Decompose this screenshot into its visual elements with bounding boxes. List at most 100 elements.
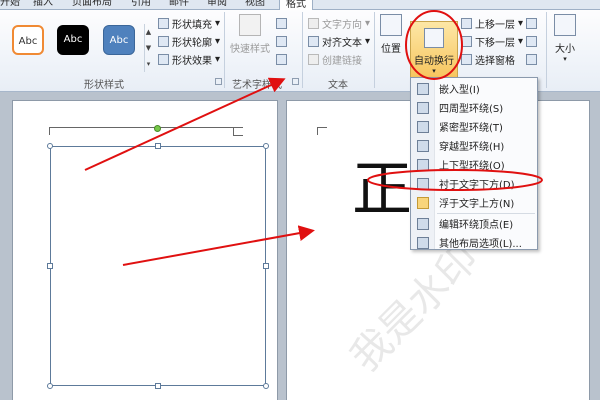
wrap-tight-icon — [417, 120, 429, 133]
text-direction-icon — [308, 17, 319, 29]
selection-pane-label: 选择窗格 — [475, 55, 515, 67]
edit-wrap-points-icon — [417, 217, 429, 230]
wrap-text-label: 自动换行 — [414, 56, 454, 67]
align-text-button[interactable]: 对齐文本 ▾ — [308, 34, 371, 49]
style-gallery-scroll[interactable]: ▲ ▼ ▾ — [144, 24, 152, 72]
resize-handle[interactable] — [47, 383, 53, 389]
text-effect-button[interactable] — [276, 52, 287, 66]
menu-item-edit-wrap-points[interactable]: 编辑环绕顶点(E) — [411, 214, 537, 233]
wrap-text-button[interactable]: 自动换行 ▾ — [410, 21, 458, 81]
selected-text-box[interactable] — [47, 143, 269, 389]
resize-handle[interactable] — [263, 263, 269, 269]
align-text-label: 对齐文本 — [322, 37, 362, 49]
wordart-group-label: 艺术字样式 — [232, 80, 282, 91]
wrap-top-bottom-icon — [417, 158, 429, 171]
menu-item-label: 编辑环绕顶点(E) — [439, 220, 514, 231]
create-link-label: 创建链接 — [322, 55, 362, 67]
rotate-button[interactable] — [526, 52, 537, 66]
shape-effect-icon — [158, 53, 169, 65]
resize-handle[interactable] — [263, 143, 269, 149]
create-link-button[interactable]: 创建链接 — [308, 52, 362, 67]
resize-handle[interactable] — [47, 143, 53, 149]
shape-effect-button[interactable]: 形状效果 ▾ — [158, 52, 220, 67]
align-button[interactable] — [526, 16, 537, 30]
text-fill-button[interactable] — [276, 16, 287, 30]
group-divider — [374, 12, 375, 88]
resize-handle[interactable] — [263, 383, 269, 389]
position-button[interactable]: 位置 — [380, 14, 402, 55]
menu-item-in-front-of-text[interactable]: 浮于文字上方(N) — [411, 193, 537, 212]
quick-styles-label: 快速样式 — [230, 44, 270, 55]
send-backward-button[interactable]: 下移一层 ▾ — [461, 34, 524, 49]
size-label: 大小 — [555, 44, 575, 55]
resize-handle[interactable] — [155, 383, 161, 389]
menu-item-label: 四周型环绕(S) — [439, 104, 504, 115]
resize-handle[interactable] — [47, 263, 53, 269]
menu-item-through[interactable]: 穿越型环绕(H) — [411, 136, 537, 155]
tab-format[interactable]: 格式 — [279, 0, 313, 10]
text-direction-button[interactable]: 文字方向 ▾ — [308, 16, 371, 31]
dialog-launcher-icon[interactable] — [215, 78, 222, 85]
quick-styles-button[interactable]: 快速样式 — [230, 14, 270, 55]
selection-pane-button[interactable]: 选择窗格 — [461, 52, 515, 67]
wrap-square-icon — [417, 101, 429, 114]
tab-home[interactable]: 开始 — [0, 0, 20, 10]
shape-fill-button[interactable]: 形状填充 ▾ — [158, 16, 221, 31]
align-text-icon — [308, 35, 319, 47]
tab-mailings[interactable]: 邮件 — [169, 0, 189, 10]
menu-item-label: 衬于文字下方(D) — [439, 180, 515, 191]
chevron-down-icon: ▾ — [432, 67, 436, 75]
text-outline-button[interactable] — [276, 34, 287, 48]
tab-view[interactable]: 视图 — [245, 0, 265, 10]
text-group-label: 文本 — [328, 80, 348, 91]
bring-forward-button[interactable]: 上移一层 ▾ — [461, 16, 524, 31]
menu-item-square[interactable]: 四周型环绕(S) — [411, 98, 537, 117]
gallery-more-icon[interactable]: ▾ — [145, 56, 152, 72]
page-margin-mark — [233, 135, 243, 136]
scroll-down-icon[interactable]: ▼ — [145, 40, 152, 56]
scroll-up-icon[interactable]: ▲ — [145, 24, 152, 40]
chevron-down-icon: ▾ — [365, 17, 371, 29]
position-icon — [380, 14, 402, 36]
chevron-down-icon: ▾ — [518, 17, 524, 29]
tab-references[interactable]: 引用 — [131, 0, 151, 10]
tab-insert[interactable]: 插入 — [33, 0, 53, 10]
tab-page-layout[interactable]: 页面布局 — [72, 0, 112, 10]
group-button[interactable] — [526, 34, 537, 48]
shape-style-swatch-black[interactable]: Abc — [57, 25, 89, 55]
size-button[interactable]: 大小 ▾ — [554, 14, 576, 63]
bring-forward-icon — [461, 17, 472, 29]
document-character: 正 — [352, 155, 412, 225]
menu-item-top-bottom[interactable]: 上下型环绕(O) — [411, 155, 537, 174]
menu-item-behind-text[interactable]: 衬于文字下方(D) — [411, 174, 537, 193]
shape-style-swatch-blue[interactable]: Abc — [103, 25, 135, 55]
wrap-behind-text-icon — [417, 177, 429, 190]
menu-item-tight[interactable]: 紧密型环绕(T) — [411, 117, 537, 136]
shape-outline-button[interactable]: 形状轮廓 ▾ — [158, 34, 220, 49]
link-icon — [308, 53, 319, 65]
page-margin-mark — [49, 127, 63, 135]
tab-review[interactable]: 审阅 — [207, 0, 227, 10]
wrap-text-menu: 嵌入型(I) 四周型环绕(S) 紧密型环绕(T) 穿越型环绕(H) 上下型环绕(… — [410, 77, 538, 250]
paint-bucket-icon — [158, 17, 169, 29]
menu-item-inline[interactable]: 嵌入型(I) — [411, 79, 537, 98]
chevron-down-icon: ▾ — [518, 35, 524, 47]
selection-pane-icon — [461, 53, 472, 65]
menu-item-more-layout-options[interactable]: 其他布局选项(L)... — [411, 233, 537, 252]
chevron-down-icon: ▾ — [365, 35, 371, 47]
group-divider — [546, 12, 547, 88]
group-divider — [302, 12, 303, 88]
page-margin-mark — [233, 127, 234, 135]
chevron-down-icon: ▾ — [215, 17, 221, 29]
dialog-launcher-icon[interactable] — [292, 78, 299, 85]
wrap-text-icon — [424, 28, 444, 48]
chevron-down-icon: ▾ — [563, 55, 567, 63]
wrap-inline-icon — [417, 82, 429, 95]
group-divider — [224, 12, 225, 88]
rotation-handle[interactable] — [154, 125, 161, 132]
shape-style-swatch-white[interactable]: Abc — [12, 25, 44, 55]
group-icon — [526, 35, 537, 47]
menu-item-label: 嵌入型(I) — [439, 85, 480, 96]
send-backward-icon — [461, 35, 472, 47]
resize-handle[interactable] — [155, 143, 161, 149]
